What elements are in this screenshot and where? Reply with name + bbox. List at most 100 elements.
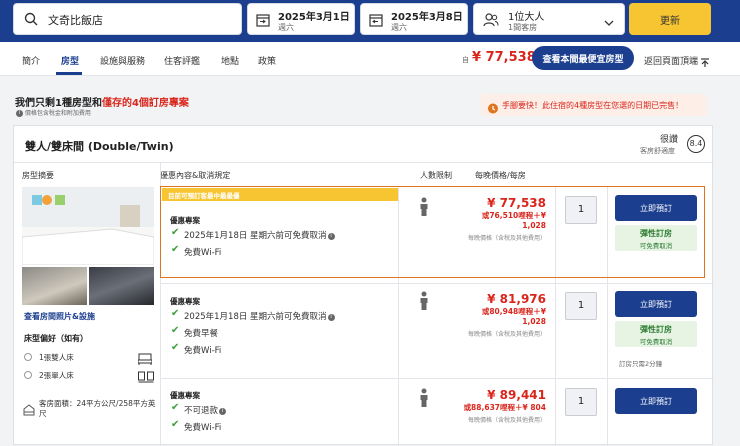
offer-title: 優惠專案: [170, 391, 200, 400]
people-icon: [483, 12, 499, 31]
twin-bed-icon: [138, 368, 154, 387]
checkin-date-field[interactable]: 2025年3月1日 週六: [247, 3, 355, 35]
offer-banner: 目前可預訂客最中最最優: [162, 188, 398, 201]
room-photo-thumb-1[interactable]: [22, 267, 87, 305]
offer-feature: 免費Wi-Fi: [184, 346, 222, 356]
tab-overview[interactable]: 簡介: [22, 54, 40, 67]
check-icon: ✔: [171, 325, 180, 336]
bed-option-radio-double[interactable]: [24, 353, 32, 361]
search-bar: 文奇比飯店 2025年3月1日 週六 2025年3月8日 週六 1位大人 1間客…: [0, 0, 740, 42]
booking-time-note: 訂房只需2分鐘: [619, 360, 663, 368]
checkout-weekday: 週六: [391, 23, 407, 32]
tab-facilities[interactable]: 設施與服務: [100, 54, 145, 67]
tab-location[interactable]: 地點: [221, 54, 239, 67]
rooms-count: 1間客房: [508, 23, 538, 32]
from-label: 自: [462, 56, 469, 64]
bed-option-double[interactable]: 1張雙人床: [39, 352, 74, 363]
tab-policies[interactable]: 政策: [258, 54, 276, 67]
checkin-weekday: 週六: [278, 23, 294, 32]
availability-notice: 我們只剩1種房型和僅存的4個訂房專案: [15, 98, 189, 109]
offer-points-price-extra: 1,028: [522, 317, 546, 326]
tab-reviews[interactable]: 住客評鑑: [164, 54, 200, 67]
calendar-out-icon: [369, 12, 383, 31]
lowest-price: ¥ 77,538: [472, 50, 536, 65]
room-size: 客房面積：24平方公尺/258平方英尺: [39, 399, 156, 418]
double-bed-icon: [137, 350, 153, 369]
info-icon: i: [327, 233, 335, 240]
search-icon: [24, 11, 38, 30]
checkin-date: 2025年3月1日: [278, 12, 350, 23]
check-icon: ✔: [171, 342, 180, 353]
bed-option-radio-twin[interactable]: [24, 371, 32, 379]
room-photo-thumb-2[interactable]: [89, 267, 154, 305]
offer-feature: 不可退款 i: [184, 404, 227, 416]
quantity-select[interactable]: 1: [565, 292, 597, 320]
price-note: 每晚價格（含稅及其他費用）: [467, 235, 546, 242]
view-cheapest-room-button[interactable]: 查看本間最便宜房型: [532, 46, 634, 70]
row-divider: [160, 283, 714, 284]
header-offers: 優惠內容&取消規定: [160, 171, 231, 180]
guests-selector[interactable]: 1位大人 1間客房: [473, 3, 625, 35]
calendar-in-icon: [256, 12, 270, 31]
rating-label: 客房舒適度: [640, 147, 675, 155]
header-occupancy: 人數限制: [420, 171, 452, 180]
check-icon: ✔: [171, 227, 180, 238]
offer-points-price: 或88,637哩程＋¥ 804: [463, 403, 546, 412]
offer-title: 優惠專案: [170, 297, 200, 306]
divider: [14, 162, 714, 163]
room-title: 雙人/雙床間 (Double/Twin): [25, 140, 174, 153]
flexible-booking-badge: 彈性訂房 可免費取消: [615, 225, 697, 251]
offer-title: 優惠專案: [170, 216, 200, 225]
offer-price: ¥ 77,538: [487, 196, 546, 210]
book-now-button[interactable]: 立即預訂: [615, 388, 697, 414]
room-photo-main[interactable]: [22, 187, 154, 265]
offer-points-price-extra: 1,028: [522, 221, 546, 230]
active-tab-indicator: [56, 72, 82, 75]
book-now-button[interactable]: 立即預訂: [615, 195, 697, 221]
arrow-up-icon[interactable]: [700, 53, 710, 72]
flexible-booking-badge: 彈性訂房 可免費取消: [615, 321, 697, 347]
offer-feature: 免費Wi-Fi: [184, 423, 222, 433]
offer-feature: 2025年1月18日 星期六前可免費取消 i: [184, 229, 335, 241]
bed-option-twin[interactable]: 2張單人床: [39, 370, 74, 381]
offer-points-price: 或76,510哩程＋¥: [481, 211, 546, 220]
price-note: 每晚價格（含稅及其他費用）: [467, 417, 546, 424]
sold-out-alert: 手腳要快！此住宿的4種房型在您選的日期已完售！: [481, 94, 707, 116]
header-price: 每晚價格/每房: [475, 171, 526, 180]
update-button[interactable]: 更新: [629, 3, 711, 35]
offer-feature: 免費早餐: [184, 329, 219, 339]
rating-score: 8.4: [687, 135, 705, 153]
offer-price: ¥ 81,976: [487, 292, 546, 306]
offer-feature: 免費Wi-Fi: [184, 248, 222, 258]
bed-preference-label: 床型偏好（如有）: [24, 334, 88, 343]
book-now-button[interactable]: 立即預訂: [615, 291, 697, 317]
quantity-select[interactable]: 1: [565, 196, 597, 224]
info-icon: i: [16, 110, 23, 117]
info-icon: i: [327, 314, 335, 321]
alarm-icon: [487, 99, 499, 118]
info-icon: i: [219, 408, 227, 415]
price-note: 每晚價格（含稅及其他費用）: [467, 331, 546, 338]
hotel-search-input[interactable]: 文奇比飯店: [13, 3, 242, 35]
offer-points-price: 或80,948哩程＋¥: [481, 307, 546, 316]
checkout-date-field[interactable]: 2025年3月8日 週六: [360, 3, 468, 35]
person-icon: [419, 291, 429, 315]
quantity-select[interactable]: 1: [565, 388, 597, 416]
offer-feature: 2025年1月18日 星期六前可免費取消 i: [184, 310, 335, 322]
back-to-top-link[interactable]: 返回頁面頂端: [644, 54, 698, 67]
check-icon: ✔: [171, 244, 180, 255]
check-icon: ✔: [171, 308, 180, 319]
section-tabs: 簡介 房型 設施與服務 住客評鑑 地點 政策 自 ¥ 77,538 查看本間最便…: [0, 42, 740, 76]
hotel-search-value: 文奇比飯店: [48, 14, 103, 27]
room-card: 雙人/雙床間 (Double/Twin) 很讚 客房舒適度 8.4 房型摘要 優…: [13, 125, 714, 446]
chevron-down-icon: [604, 13, 614, 32]
person-icon: [419, 388, 429, 412]
view-photos-link[interactable]: 查看房間照片&設施: [24, 311, 95, 322]
header-room-summary: 房型摘要: [22, 171, 54, 180]
check-icon: ✔: [171, 419, 180, 430]
check-icon: ✔: [171, 402, 180, 413]
rooms-section: 我們只剩1種房型和僅存的4個訂房專案 i 價格包含稅金和附加費用 手腳要快！此住…: [0, 77, 740, 446]
tab-rooms[interactable]: 房型: [61, 54, 79, 67]
person-icon: [419, 197, 429, 221]
row-divider: [160, 378, 714, 379]
